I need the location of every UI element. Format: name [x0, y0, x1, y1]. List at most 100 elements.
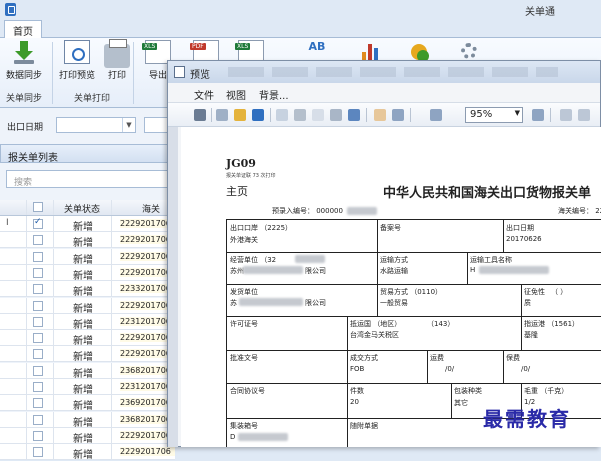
- menu-view[interactable]: 视图: [226, 87, 246, 102]
- row-checkbox[interactable]: [33, 267, 43, 278]
- row-checkbox[interactable]: [33, 349, 43, 360]
- field-tax-value: （ ）: [551, 288, 568, 296]
- field-license-label: 许可证号: [230, 320, 258, 328]
- print-label: 打印: [107, 71, 126, 81]
- field-export-date-value: 20170626: [506, 235, 542, 243]
- table-row[interactable]: 新增 2231201706: [0, 379, 175, 396]
- column-number[interactable]: 海关: [142, 202, 160, 215]
- row-checkbox[interactable]: [33, 333, 43, 344]
- table-row[interactable]: 新增 2231201706: [0, 313, 175, 331]
- row-checkbox[interactable]: [33, 365, 43, 376]
- table-row[interactable]: 新增 2233201706: [0, 281, 175, 299]
- redaction: [239, 298, 303, 306]
- row-status: 新增: [73, 417, 93, 429]
- doc-entry-number: 预录入编号： 000000: [272, 207, 343, 215]
- field-vessel-value: H: [470, 266, 476, 274]
- field-insurance-label: 保费: [506, 354, 520, 362]
- column-status[interactable]: 关单状态: [64, 202, 100, 215]
- print-icon[interactable]: [294, 109, 306, 121]
- print-preview-icon: [64, 40, 90, 64]
- table-row[interactable]: 新增 2229201706: [0, 427, 175, 445]
- layout-icon[interactable]: [348, 109, 360, 121]
- menu-file[interactable]: 文件: [194, 87, 214, 102]
- table-row[interactable]: 新增 2368201706: [0, 362, 175, 380]
- magnifier-icon[interactable]: [392, 109, 404, 121]
- page-setup-icon[interactable]: [312, 109, 324, 121]
- row-status: 新增: [73, 270, 93, 282]
- table-row[interactable]: 新增 2369201706: [0, 395, 175, 412]
- field-export-port-label: 出口口岸 （2225）: [230, 224, 293, 232]
- group-label-print: 关单打印: [74, 94, 111, 104]
- tab-home[interactable]: 首页: [4, 20, 42, 38]
- preview-title-bar: 预览: [168, 61, 600, 83]
- first-page-icon[interactable]: [560, 109, 572, 121]
- zoom-in-icon[interactable]: [532, 109, 544, 121]
- row-checkbox[interactable]: [33, 398, 43, 409]
- thumbnails-icon[interactable]: [216, 109, 228, 121]
- row-checkbox[interactable]: [33, 251, 43, 262]
- field-consignor-value: 苏: [230, 299, 237, 307]
- row-checkbox[interactable]: [33, 430, 43, 441]
- preview-window: 预览 文件 视图 背景... 95% ▼ JG09 报关单证联 73 次打印 主…: [167, 60, 601, 447]
- row-checkbox[interactable]: [33, 316, 43, 327]
- row-number: 2229201706: [120, 447, 175, 457]
- print-preview-button[interactable]: 打印预览: [56, 40, 98, 81]
- data-sync-button[interactable]: 数据同步: [3, 40, 45, 81]
- field-freight-label: 运费: [430, 354, 444, 362]
- chevron-down-icon[interactable]: ▼: [122, 118, 135, 132]
- field-container-label: 集装箱号: [230, 422, 258, 430]
- field-deal-value: FOB: [350, 365, 365, 373]
- doc-title: 中华人民共和国海关出口货物报关单: [383, 186, 592, 201]
- field-transport-value: 水路运输: [380, 267, 408, 275]
- field-operator-value-suffix: 限公司: [305, 267, 326, 275]
- copy-icon[interactable]: [276, 109, 288, 121]
- field-pieces-value: 20: [350, 398, 359, 406]
- prev-page-icon[interactable]: [578, 109, 590, 121]
- print-button[interactable]: 打印: [96, 39, 138, 81]
- grid-header: 关单状态 海关: [0, 200, 175, 216]
- save-icon[interactable]: [252, 109, 264, 121]
- table-row[interactable]: 新增 2229201706: [0, 330, 175, 347]
- table-row[interactable]: 新增 2229201706: [0, 346, 175, 363]
- zoom-select[interactable]: 95% ▼: [465, 107, 523, 123]
- doc-copy-info: 报关单证联 73 次打印: [226, 173, 276, 179]
- row-checkbox[interactable]: [33, 414, 43, 425]
- field-country-value: 台湾金马关税区: [350, 331, 399, 339]
- table-row[interactable]: 新增 2229201706: [0, 248, 175, 266]
- open-icon[interactable]: [234, 109, 246, 121]
- xls-badge: XLS: [142, 43, 158, 50]
- row-checkbox[interactable]: [33, 217, 43, 229]
- field-tax-value-2: 质: [524, 299, 531, 307]
- row-checkbox[interactable]: [33, 382, 43, 392]
- table-row[interactable]: I新增2229201706: [0, 216, 175, 233]
- search-input[interactable]: 搜索: [6, 170, 175, 188]
- table-row[interactable]: 新增 2229201706: [0, 264, 175, 282]
- export-date-from-input[interactable]: ▼: [56, 117, 136, 133]
- group-label-sync: 关单同步: [6, 94, 43, 104]
- zoom-out-icon[interactable]: [430, 109, 442, 121]
- row-status: 新增: [73, 433, 93, 445]
- row-checkbox[interactable]: [33, 447, 43, 458]
- redaction: [243, 266, 303, 274]
- row-checkbox[interactable]: [33, 300, 43, 311]
- preview-menu-bar: 文件 视图 背景...: [168, 83, 600, 103]
- field-record-no-label: 备案号: [380, 224, 401, 232]
- find-icon[interactable]: [194, 109, 206, 121]
- row-status: 新增: [73, 287, 93, 299]
- row-status: 新增: [73, 450, 93, 461]
- row-status: 新增: [73, 303, 93, 315]
- hand-icon[interactable]: [374, 109, 386, 121]
- row-checkbox[interactable]: [33, 284, 43, 295]
- field-docs-label: 随附单据: [350, 422, 378, 430]
- row-checkbox[interactable]: [33, 235, 43, 246]
- field-trade-mode-value: 一般贸易: [380, 299, 408, 307]
- table-row[interactable]: 新增 2229201706: [0, 232, 175, 249]
- group-divider: [52, 42, 53, 104]
- redaction: [479, 266, 549, 274]
- table-row[interactable]: 新增 2229201706: [0, 297, 175, 315]
- select-all-checkbox[interactable]: [33, 202, 43, 212]
- export-icon[interactable]: [330, 109, 342, 121]
- menu-background[interactable]: 背景...: [259, 87, 289, 102]
- table-row[interactable]: 新增 2368201706: [0, 411, 175, 429]
- search-placeholder: 搜索: [14, 178, 33, 188]
